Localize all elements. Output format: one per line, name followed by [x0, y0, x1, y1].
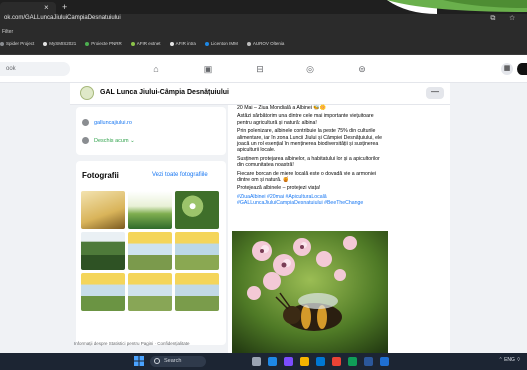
bookmark-item[interactable]: AUROV Oltenia: [246, 41, 285, 46]
gaming-icon[interactable]: ⊜: [356, 63, 368, 75]
url-text[interactable]: ok.com/GALLuncaJiuluiCampiaDesnatuiului: [4, 15, 121, 21]
post-body: 20 Mai – Ziua Mondială a Albinei 🐝🌼 Astă…: [237, 105, 385, 209]
page-avatar[interactable]: [80, 86, 94, 100]
photo-thumbnail[interactable]: [128, 273, 172, 311]
more-options-button[interactable]: —: [426, 87, 444, 99]
bookmark-item[interactable]: Proiecte PNRR: [85, 41, 122, 46]
photo-thumbnail[interactable]: [81, 273, 125, 311]
bookmark-item[interactable]: AFIR intra: [169, 41, 196, 46]
bookmark-item[interactable]: AFIR extnet: [130, 41, 161, 46]
post-hashtags[interactable]: #ZiuaAlbinei #20mai #ApiculturaLocală #G…: [237, 194, 385, 207]
search-icon: [154, 358, 160, 364]
photos-card: Fotografii Vezi toate fotografiile: [76, 161, 226, 345]
see-all-photos-link[interactable]: Vezi toate fotografiile: [152, 172, 208, 178]
globe-icon: [82, 119, 89, 126]
browser-tab-bar: × +: [0, 0, 527, 14]
address-bar[interactable]: ok.com/GALLuncaJiuluiCampiaDesnatuiului …: [0, 14, 527, 27]
page-title[interactable]: GAL Lunca Jiului-Câmpia Desnățuiului: [100, 89, 229, 96]
post-image[interactable]: [232, 231, 388, 353]
bookmark-icon: [204, 41, 209, 46]
website-text[interactable]: galluncajiului.ro: [94, 120, 132, 126]
windows-taskbar: Search ⌃ ENG ⌔: [0, 353, 527, 370]
bookmark-icon: [43, 41, 48, 46]
taskview-icon[interactable]: [252, 357, 261, 366]
windows-start-icon[interactable]: [134, 356, 144, 366]
bookmark-icon: [130, 41, 135, 46]
bookmark-item[interactable]: Spider Project: [0, 41, 34, 46]
facebook-search-input[interactable]: ook: [0, 62, 70, 76]
photo-thumbnail[interactable]: [175, 232, 219, 270]
website-link[interactable]: galluncajiului.ro: [82, 119, 132, 126]
post-title: 20 Mai – Ziua Mondială a Albinei 🐝🌼: [237, 105, 327, 111]
page-header: GAL Lunca Jiului-Câmpia Desnățuiului —: [70, 83, 450, 105]
photo-thumbnail[interactable]: [175, 191, 219, 229]
browser-tab[interactable]: ×: [0, 2, 56, 14]
bookmark-icon: [85, 41, 90, 46]
taskbar-search-box[interactable]: Search: [150, 356, 206, 367]
photo-thumbnail[interactable]: [81, 232, 125, 270]
bookmark-label: AFIR extnet: [136, 41, 161, 46]
chrome-icon[interactable]: [332, 357, 341, 366]
post-paragraph: Prin polenizare, albinele contribuie la …: [237, 128, 383, 154]
facebook-top-nav: ook ⌂ ▣ ⊟ ◎ ⊜ ▦: [0, 55, 527, 83]
photo-thumbnail[interactable]: [128, 232, 172, 270]
address-bar-icons[interactable]: ⧉ ☆: [490, 15, 521, 23]
bee-on-flowers-image: [232, 231, 388, 353]
bookmark-label: MySMIS2021: [49, 41, 77, 46]
messenger-icon[interactable]: [517, 63, 527, 75]
bookmark-icon: [0, 41, 4, 46]
bookmarks-bar: Filter Spider Project MySMIS2021 Proiecte …: [0, 27, 527, 55]
explorer-icon[interactable]: [300, 357, 309, 366]
close-tab-icon[interactable]: ×: [44, 3, 49, 12]
post-paragraph: Fiecare borcan de miere locală este o do…: [237, 170, 376, 184]
post-card: 20 Mai – Ziua Mondială a Albinei 🐝🌼 Astă…: [232, 105, 388, 353]
bookmark-label: AUROV Oltenia: [252, 41, 285, 46]
teams-icon[interactable]: [284, 357, 293, 366]
post-paragraph: Protejează albinele – protejezi viața!: [237, 185, 321, 192]
bookmarks-list: Spider Project MySMIS2021 Proiecte PNRR AFI…: [0, 41, 284, 46]
clock-icon: [82, 137, 89, 144]
open-status-text[interactable]: Deschis acum ⌄: [94, 138, 135, 144]
taskbar-search-label: Search: [164, 358, 182, 364]
home-icon[interactable]: ⌂: [150, 63, 162, 75]
groups-icon[interactable]: ◎: [304, 63, 316, 75]
photo-thumbnail[interactable]: [175, 273, 219, 311]
photo-thumbnail[interactable]: [128, 191, 172, 229]
bookmark-label: AFIR intra: [175, 41, 196, 46]
app-icon[interactable]: [348, 357, 357, 366]
photos-grid: [81, 191, 221, 311]
video-icon[interactable]: ▣: [202, 63, 214, 75]
left-gutter: [0, 83, 70, 353]
bookmark-label: Proiecte PNRR: [91, 41, 122, 46]
system-tray[interactable]: ⌃ ENG ⌔: [498, 357, 521, 363]
bookmark-icon: [169, 41, 174, 46]
marketplace-icon[interactable]: ⊟: [254, 63, 266, 75]
bookmark-label: Licenton IMM: [210, 41, 238, 46]
right-gutter: [450, 83, 527, 353]
bookmark-item[interactable]: MySMIS2021: [43, 41, 76, 46]
store-icon[interactable]: [316, 357, 325, 366]
bookmarks-left-label: Filter: [2, 29, 14, 35]
bookmark-icon: [246, 41, 251, 46]
menu-grid-icon[interactable]: ▦: [501, 63, 513, 75]
bookmark-label: Spider Project: [6, 41, 35, 46]
bookmark-item[interactable]: Licenton IMM: [204, 41, 238, 46]
open-status[interactable]: Deschis acum ⌄: [82, 137, 135, 144]
post-paragraph: Astăzi sărbătorim una dintre cele mai im…: [237, 113, 374, 126]
post-paragraph: Susținem protejarea albinelor, a habitat…: [237, 155, 380, 169]
word-icon[interactable]: [364, 357, 373, 366]
edge-icon[interactable]: [268, 357, 277, 366]
screen: × + ok.com/GALLuncaJiuluiCampiaDesnatuiu…: [0, 0, 527, 370]
outlook-icon[interactable]: [380, 357, 389, 366]
page-footer-text[interactable]: Informații despre Statistici pentru Pagi…: [70, 341, 228, 346]
intro-card: galluncajiului.ro Deschis acum ⌄: [76, 107, 226, 155]
photos-title: Fotografii: [82, 171, 119, 180]
new-tab-button[interactable]: +: [62, 2, 67, 12]
photo-thumbnail[interactable]: [81, 191, 125, 229]
left-column: galluncajiului.ro Deschis acum ⌄ Fotogra…: [70, 105, 228, 353]
